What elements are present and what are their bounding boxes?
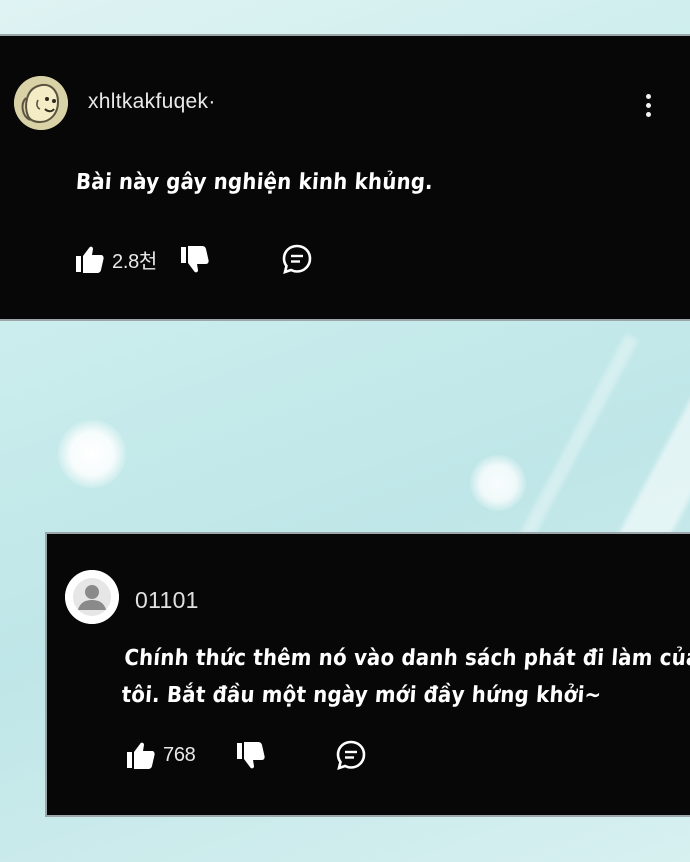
comment-text-line: Bài này gây nghiện kinh khủng.: [75, 170, 434, 195]
background-light-orb: [470, 455, 526, 511]
comment-card: xhltkakfuqek· Bài này gây nghiện kinh kh…: [0, 36, 690, 319]
comment-username[interactable]: xhltkakfuqek·: [88, 90, 216, 114]
comment-text-line: tôi. Bắt đầu một ngày mới đầy hứng khởi~: [120, 683, 603, 708]
comment-actions: 2.8천: [74, 243, 313, 275]
default-user-avatar-icon: [65, 570, 119, 624]
comment-text-line: Chính thức thêm nó vào danh sách phát đi…: [123, 646, 690, 671]
thumbs-up-icon[interactable]: [74, 243, 106, 275]
more-vertical-icon[interactable]: [646, 94, 652, 117]
comment-bubble-icon[interactable]: [335, 739, 367, 771]
doodle-face-avatar-icon: [14, 76, 68, 130]
thumbs-down-icon[interactable]: [179, 243, 211, 275]
background-light-orb: [58, 420, 126, 488]
thumbs-up-icon[interactable]: [125, 739, 157, 771]
comment-actions: 768: [125, 739, 367, 771]
user-avatar[interactable]: [14, 76, 68, 130]
like-count: 2.8천: [112, 250, 158, 273]
user-avatar[interactable]: [65, 570, 119, 624]
comment-bubble-icon[interactable]: [281, 243, 313, 275]
comment-text: Bài này gây nghiện kinh khủng.: [75, 164, 435, 201]
comment-text: Chính thức thêm nó vào danh sách phát đi…: [120, 640, 690, 714]
like-count: 768: [163, 743, 196, 766]
thumbs-down-icon[interactable]: [235, 739, 267, 771]
comment-card: 01101 Chính thức thêm nó vào danh sách p…: [47, 534, 690, 815]
comment-username[interactable]: 01101: [135, 587, 199, 614]
